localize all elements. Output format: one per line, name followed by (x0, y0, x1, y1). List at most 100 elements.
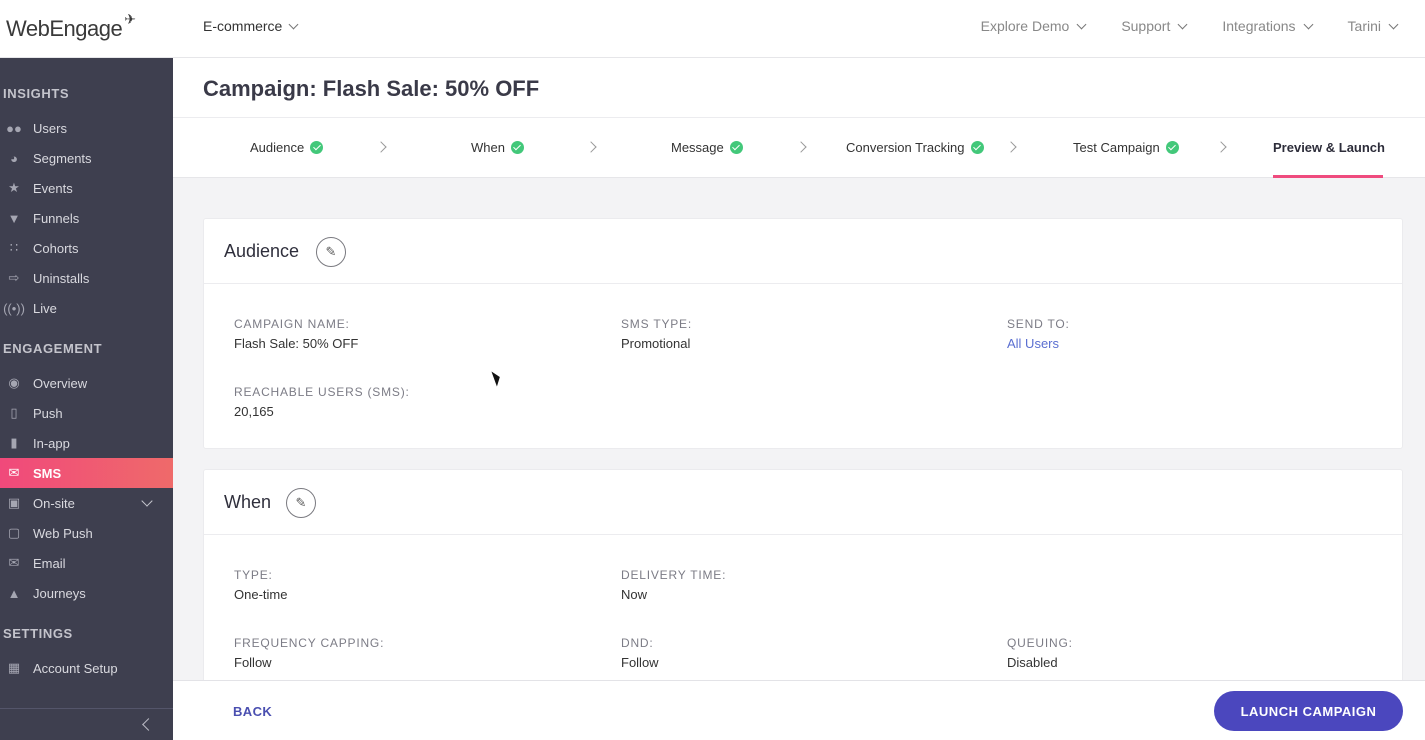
explore-demo-menu[interactable]: Explore Demo (981, 18, 1087, 34)
rocket-icon: ▲ (7, 585, 21, 601)
active-step-underline (1273, 175, 1383, 178)
sidebar-item-web-push[interactable]: ▢ Web Push (0, 518, 173, 548)
audience-card: Audience ✎ CAMPAIGN NAME: Flash Sale: 50… (203, 218, 1403, 449)
grid-icon: ∷ (9, 240, 19, 255)
sidebar-item-segments[interactable]: ◕ Segments (0, 143, 173, 173)
sms-icon: ✉ (8, 465, 20, 480)
section-title-insights: INSIGHTS (3, 86, 70, 101)
users-icon: ●● (6, 120, 22, 136)
broadcast-icon: ((•)) (3, 300, 25, 316)
top-bar: WebEngage ✈ E-commerce Explore Demo Supp… (0, 0, 1425, 58)
chevron-right-icon (375, 141, 387, 153)
top-nav: Explore Demo Support Integrations Tarini (981, 18, 1399, 34)
tablet-icon: ▮ (10, 435, 18, 450)
phone-icon: ▯ (10, 405, 18, 420)
chevron-right-icon (1215, 141, 1227, 153)
sidebar-footer (0, 708, 173, 740)
sidebar-item-overview[interactable]: ◉ Overview (0, 368, 173, 398)
when-card-title: When (224, 492, 272, 512)
dnd-value: Follow (621, 655, 659, 670)
chevron-down-icon (1076, 19, 1087, 29)
chevron-down-icon[interactable] (141, 495, 153, 507)
type-label: TYPE: (234, 568, 273, 582)
step-test-campaign[interactable]: Test Campaign (1073, 140, 1179, 155)
queuing-label: QUEUING: (1007, 636, 1073, 650)
sidebar-item-email[interactable]: ✉ Email (0, 548, 173, 578)
type-value: One-time (234, 587, 288, 602)
check-icon (970, 141, 984, 154)
step-audience[interactable]: Audience (250, 140, 324, 155)
launch-campaign-button[interactable]: LAUNCH CAMPAIGN (1214, 691, 1403, 731)
pencil-icon: ✎ (325, 244, 337, 259)
dashboard-icon: ▦ (7, 660, 21, 675)
integrations-menu[interactable]: Integrations (1222, 18, 1313, 34)
sidebar-item-live[interactable]: ((•)) Live (0, 293, 173, 323)
mail-icon: ✉ (8, 555, 20, 570)
chevron-right-icon (585, 141, 597, 153)
frequency-capping-label: FREQUENCY CAPPING: (234, 636, 385, 650)
exit-icon: ⇨ (8, 270, 20, 285)
chevron-right-icon (795, 141, 807, 153)
chevron-down-icon (1388, 19, 1399, 29)
webpush-icon: ▢ (7, 525, 21, 540)
campaign-name-value: Flash Sale: 50% OFF (234, 336, 359, 351)
sidebar-item-users[interactable]: ●● Users (0, 113, 173, 143)
funnel-icon: ▼ (7, 210, 21, 226)
window-icon: ▣ (7, 495, 21, 510)
delivery-time-label: DELIVERY TIME: (621, 568, 727, 582)
webengage-logo[interactable]: WebEngage ✈ (6, 11, 136, 46)
delivery-time-value: Now (621, 587, 648, 602)
pie-icon: ◕ (10, 150, 18, 166)
audience-card-header: Audience ✎ (204, 219, 1402, 284)
check-icon (510, 141, 524, 154)
chevron-down-icon (288, 19, 299, 29)
check-icon (1165, 141, 1179, 154)
campaign-steps: Audience When Message Conversion Trackin… (173, 118, 1425, 178)
footer-bar: BACK LAUNCH CAMPAIGN (173, 680, 1425, 740)
audience-card-title: Audience (224, 241, 300, 261)
chevron-down-icon (1177, 19, 1188, 29)
sidebar: INSIGHTS ●● Users ◕ Segments ★ Events ▼ Funn… (0, 58, 173, 740)
check-icon (729, 141, 743, 154)
collapse-sidebar-icon[interactable] (142, 718, 155, 731)
back-button[interactable]: BACK (233, 704, 272, 719)
star-icon: ★ (8, 180, 20, 195)
section-title-engagement: ENGAGEMENT (3, 341, 103, 356)
edit-audience-button[interactable]: ✎ (316, 237, 346, 267)
campaign-name-label: CAMPAIGN NAME: (234, 317, 350, 331)
user-menu[interactable]: Tarini (1348, 18, 1399, 34)
send-to-link[interactable]: All Users (1007, 336, 1059, 351)
chevron-down-icon (1303, 19, 1313, 29)
when-card-header: When ✎ (204, 470, 1402, 535)
section-title-settings: SETTINGS (3, 626, 73, 641)
sidebar-item-on-site[interactable]: ▣ On-site (0, 488, 173, 518)
sms-type-label: SMS TYPE: (621, 317, 692, 331)
chevron-right-icon (1005, 141, 1017, 153)
page-title: Campaign: Flash Sale: 50% OFF (203, 76, 540, 101)
sidebar-item-funnels[interactable]: ▼ Funnels (0, 203, 173, 233)
step-conversion-tracking[interactable]: Conversion Tracking (846, 140, 984, 155)
page-header: Campaign: Flash Sale: 50% OFF (173, 58, 1425, 118)
project-selector[interactable]: E-commerce (203, 18, 299, 34)
sidebar-item-events[interactable]: ★ Events (0, 173, 173, 203)
dnd-label: DND: (621, 636, 654, 650)
sidebar-item-journeys[interactable]: ▲ Journeys (0, 578, 173, 608)
reachable-users-value: 20,165 (234, 404, 274, 419)
frequency-capping-value: Follow (234, 655, 272, 670)
when-card: When ✎ TYPE: One-time DELIVERY TIME: Now… (203, 469, 1403, 699)
step-when[interactable]: When (471, 140, 524, 155)
sidebar-item-in-app[interactable]: ▮ In-app (0, 428, 173, 458)
reachable-users-label: REACHABLE USERS (SMS): (234, 385, 410, 399)
step-preview-launch[interactable]: Preview & Launch (1273, 140, 1385, 155)
sidebar-item-uninstalls[interactable]: ⇨ Uninstalls (0, 263, 173, 293)
sidebar-item-cohorts[interactable]: ∷ Cohorts (0, 233, 173, 263)
edit-when-button[interactable]: ✎ (286, 488, 316, 518)
support-menu[interactable]: Support (1121, 18, 1188, 34)
sidebar-item-push[interactable]: ▯ Push (0, 398, 173, 428)
step-message[interactable]: Message (671, 140, 743, 155)
eye-icon: ◉ (8, 375, 20, 390)
queuing-value: Disabled (1007, 655, 1058, 670)
sidebar-item-sms[interactable]: ✉ SMS (0, 458, 173, 488)
check-icon (310, 141, 324, 154)
sidebar-item-account-setup[interactable]: ▦ Account Setup (0, 653, 173, 683)
